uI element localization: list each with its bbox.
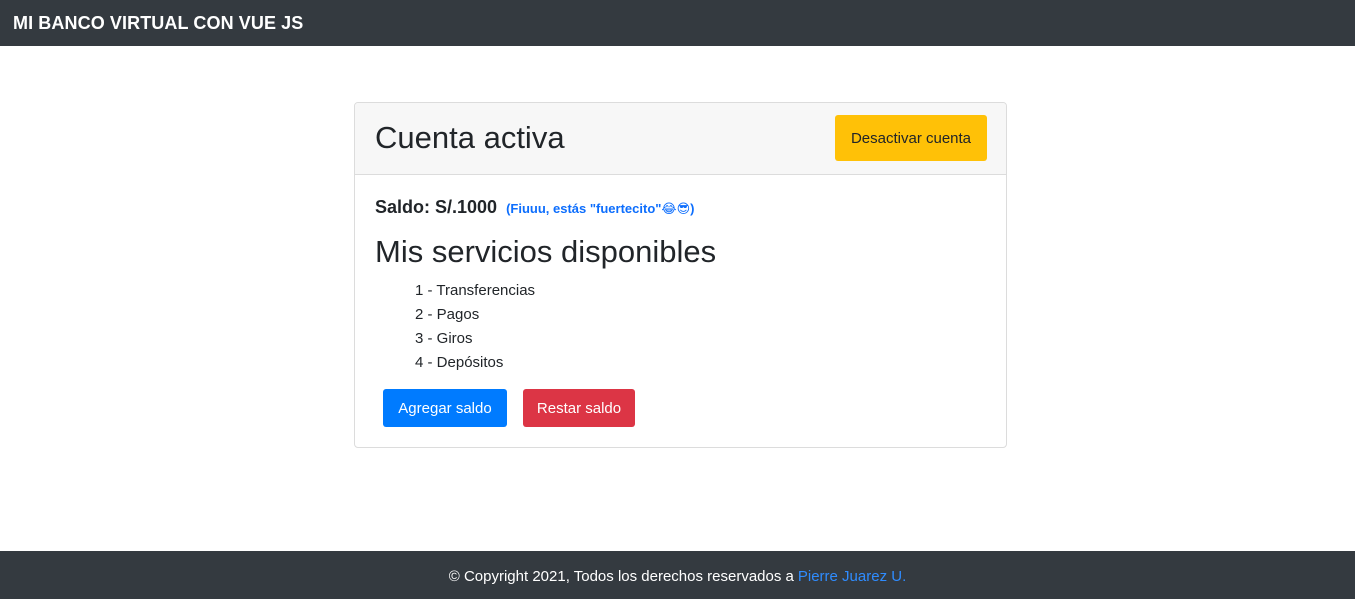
list-item: 3 - Giros: [415, 330, 473, 347]
deactivate-account-button[interactable]: Desactivar cuenta: [835, 115, 987, 161]
list-item: 4 - Depósitos: [415, 354, 504, 371]
account-card-body: Saldo: S/.1000 (Fiuuu, estás "fuertecito…: [355, 175, 1006, 447]
list-item: 1 - Transferencias: [415, 282, 536, 299]
balance-label: Saldo: S/.1000: [375, 197, 498, 217]
balance-note: (Fiuuu, estás "fuertecito"😂😎): [506, 201, 695, 216]
page-footer: © Copyright 2021, Todos los derechos res…: [0, 551, 1355, 599]
account-card: Cuenta activa Desactivar cuenta Saldo: S…: [354, 102, 1007, 448]
copyright-text: © Copyright 2021, Todos los derechos res…: [448, 567, 794, 585]
add-balance-button[interactable]: Agregar saldo: [383, 389, 507, 427]
author-link[interactable]: Pierre Juarez U.: [798, 568, 906, 585]
balance-display: Saldo: S/.1000 (Fiuuu, estás "fuertecito…: [375, 197, 695, 218]
services-title: Mis servicios disponibles: [375, 234, 717, 269]
brand-title[interactable]: MI BANCO VIRTUAL CON VUE JS: [13, 13, 303, 34]
subtract-balance-button[interactable]: Restar saldo: [523, 389, 635, 427]
account-status-title: Cuenta activa: [375, 120, 565, 155]
account-card-header: Cuenta activa Desactivar cuenta: [355, 103, 1006, 175]
list-item: 2 - Pagos: [415, 306, 480, 323]
top-navbar: MI BANCO VIRTUAL CON VUE JS: [0, 0, 1355, 46]
services-list: 1 - Transferencias 2 - Pagos 3 - Giros 4…: [415, 279, 535, 375]
